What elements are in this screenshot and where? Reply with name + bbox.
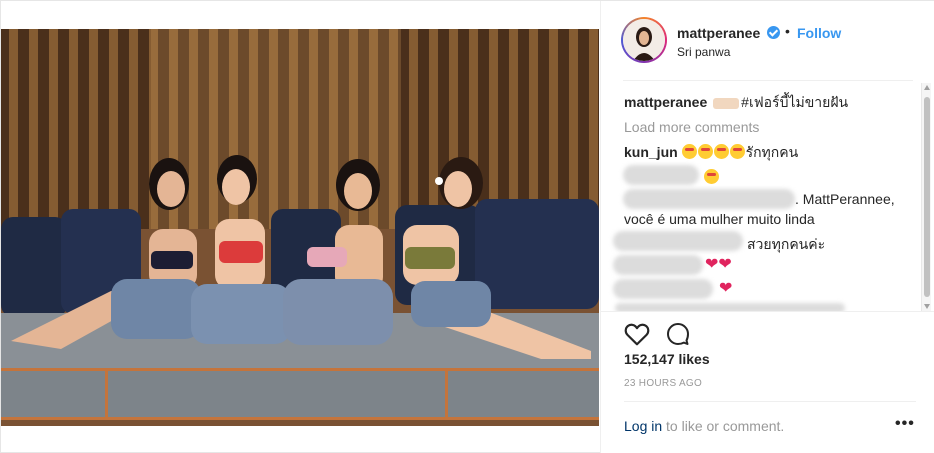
post-timestamp[interactable]: 23 HOURS AGO xyxy=(624,378,702,389)
blurred-username xyxy=(613,255,703,275)
login-prompt: Log in to like or comment. xyxy=(624,418,784,434)
heart-eyes-emoji-icon xyxy=(681,144,697,159)
header-username[interactable]: mattperanee xyxy=(677,25,760,41)
post-side-panel: mattperanee • Follow Sri panwa mattperan… xyxy=(600,1,934,453)
heart-eyes-emoji-icon xyxy=(729,144,745,159)
comment-text: สวยทุกคนค่ะ xyxy=(747,236,826,252)
ellipsis-icon[interactable]: ••• xyxy=(895,415,915,433)
footer-divider xyxy=(624,401,916,402)
comment-text-line: você é uma mulher muito linda xyxy=(624,211,815,227)
comment-item: kun_jun รักทุกคน xyxy=(624,143,798,161)
blurred-comment xyxy=(615,303,845,311)
heart-outline-icon[interactable] xyxy=(624,322,650,346)
caption-username[interactable]: mattperanee xyxy=(624,94,707,110)
instagram-post: mattperanee • Follow Sri panwa mattperan… xyxy=(0,0,934,453)
post-photo[interactable] xyxy=(1,29,599,426)
blurred-username xyxy=(613,279,713,299)
likes-count[interactable]: 152,147 likes xyxy=(624,351,710,367)
caption: mattperanee #เฟอร์บี้ไม่ขายฝัน xyxy=(624,93,848,111)
red-heart-icons: ❤❤ xyxy=(705,256,732,273)
scroll-down-arrow-icon[interactable] xyxy=(924,304,930,309)
caption-hashtag[interactable]: #เฟอร์บี้ไม่ขายฝัน xyxy=(741,94,848,110)
scroll-up-arrow-icon[interactable] xyxy=(924,85,930,90)
heart-eyes-emoji-icon xyxy=(697,144,713,159)
comment-username[interactable]: kun_jun xyxy=(624,144,678,160)
blurred-username xyxy=(623,165,699,185)
post-header: mattperanee • Follow Sri panwa xyxy=(601,1,934,81)
comment-text-line: . MattPerannee, xyxy=(795,191,895,207)
load-more-comments-button[interactable]: Load more comments xyxy=(624,119,759,135)
follow-button[interactable]: Follow xyxy=(797,25,841,41)
clapping-hands-icon xyxy=(713,97,740,109)
verified-badge-icon xyxy=(767,26,780,39)
comments-scrollbar[interactable] xyxy=(921,83,931,311)
blurred-username xyxy=(613,231,743,251)
story-ring[interactable] xyxy=(621,17,667,63)
action-bar xyxy=(601,311,934,351)
red-heart-icon: ❤ xyxy=(719,280,733,297)
login-link[interactable]: Log in xyxy=(624,418,662,434)
location-link[interactable]: Sri panwa xyxy=(677,45,730,59)
speech-bubble-icon[interactable] xyxy=(665,322,691,346)
blurred-username xyxy=(623,189,795,209)
avatar[interactable] xyxy=(623,19,665,61)
comments-list[interactable]: mattperanee #เฟอร์บี้ไม่ขายฝัน Load more… xyxy=(601,81,934,311)
heart-eyes-emoji-icon xyxy=(713,144,729,159)
beach-house-sofa-photo xyxy=(1,29,599,426)
header-separator: • xyxy=(785,23,790,39)
grinning-emoji-icon xyxy=(704,169,719,184)
comment-text: รักทุกคน xyxy=(745,144,799,160)
scroll-thumb[interactable] xyxy=(924,97,930,297)
avatar-image xyxy=(623,19,665,61)
login-prompt-text: to like or comment. xyxy=(662,418,785,434)
